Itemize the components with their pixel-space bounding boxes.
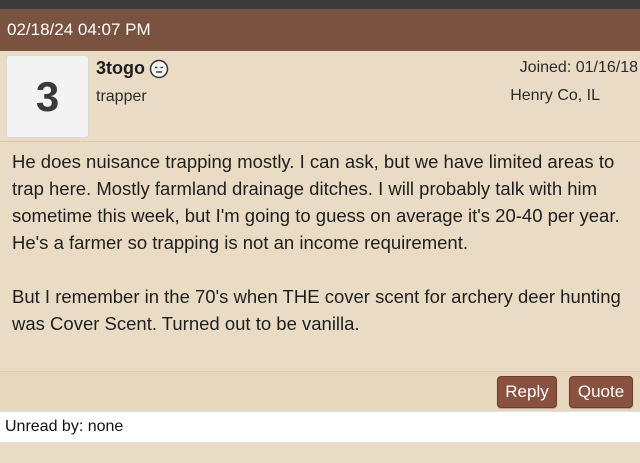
username-row: 3togo	[96, 58, 169, 79]
unread-text: Unread by: none	[5, 418, 124, 435]
post-container: 3 3togo trapper Joined: 01/16/18 Henry C…	[0, 51, 640, 408]
post-divider	[0, 141, 640, 142]
username-link[interactable]: 3togo	[96, 58, 145, 79]
bottom-band	[0, 444, 640, 463]
post-paragraph: But I remember in the 70's when THE cove…	[12, 286, 621, 334]
post-actions: Reply Quote	[0, 371, 640, 412]
avatar[interactable]: 3	[6, 55, 89, 138]
post-paragraph: He does nuisance trapping mostly. I can …	[12, 151, 620, 253]
post-body: He does nuisance trapping mostly. I can …	[12, 148, 632, 364]
quote-button[interactable]: Quote	[569, 376, 633, 408]
user-title: trapper	[96, 88, 147, 105]
status-face-icon	[149, 59, 169, 79]
unread-bar: Unread by: none	[0, 411, 640, 443]
reply-button[interactable]: Reply	[497, 376, 557, 408]
avatar-letter: 3	[35, 72, 60, 120]
post-header: 02/18/24 04:07 PM	[0, 9, 640, 51]
user-location: Henry Co, IL	[510, 87, 600, 104]
post-timestamp: 02/18/24 04:07 PM	[7, 20, 151, 39]
joined-date: Joined: 01/16/18	[519, 59, 638, 76]
